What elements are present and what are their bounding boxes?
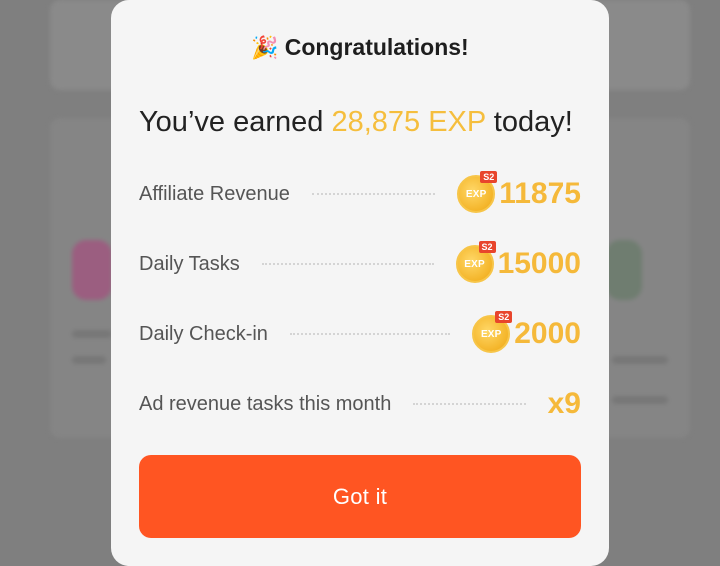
reward-amount: 15000 [497, 247, 581, 280]
background-thumbnail [72, 240, 112, 300]
coin-label: EXP [465, 188, 487, 200]
dotted-leader [261, 263, 434, 265]
earned-suffix: today! [493, 106, 573, 138]
background-text-line [72, 356, 106, 364]
background-text-line [612, 356, 668, 364]
season-badge: S2 [478, 241, 496, 253]
earned-summary: You’ve earned 28,875 EXP today! [139, 106, 573, 139]
reward-label: Ad revenue tasks this month [139, 392, 392, 415]
coin-label: EXP [480, 328, 502, 340]
dotted-leader [311, 193, 436, 195]
reward-label: Daily Tasks [139, 252, 240, 275]
dotted-leader [289, 333, 451, 335]
reward-label: Daily Check-in [139, 322, 268, 345]
party-popper-icon: 🎉 [251, 35, 279, 60]
reward-amount: 2000 [514, 317, 581, 350]
exp-coin-icon: EXP S2 [472, 311, 513, 353]
exp-coin-icon: EXP S2 [455, 241, 496, 283]
exp-coin-icon: EXP S2 [457, 171, 498, 213]
got-it-button[interactable]: Got it [139, 455, 581, 538]
season-badge: S2 [480, 171, 498, 183]
background-text-line [72, 330, 112, 338]
season-badge: S2 [495, 311, 513, 323]
earned-amount: 28,875 EXP [331, 106, 486, 138]
dialog-title-text: Congratulations! [284, 34, 469, 60]
reward-amount: 11875 [499, 177, 581, 210]
congratulations-dialog: 🎉 Congratulations! You’ve earned 28,875 E… [111, 0, 609, 566]
reward-value: EXP S2 15000 [455, 241, 581, 283]
dialog-title: 🎉 Congratulations! [111, 34, 609, 61]
coin-label: EXP [464, 258, 485, 270]
reward-row-daily-tasks: Daily Tasks EXP S2 15000 [139, 241, 581, 286]
background-thumbnail [606, 240, 642, 300]
reward-value: EXP S2 2000 [472, 311, 581, 353]
background-text-line [612, 396, 668, 404]
reward-row-ad-revenue-tasks: Ad revenue tasks this month x9 [139, 382, 581, 426]
reward-row-daily-check-in: Daily Check-in EXP S2 2000 [139, 311, 581, 356]
dotted-leader [413, 403, 526, 405]
reward-row-affiliate-revenue: Affiliate Revenue EXP S2 11875 [139, 171, 581, 216]
earned-prefix: You’ve earned [139, 106, 324, 138]
reward-value: EXP S2 11875 [457, 171, 581, 213]
reward-multiplier: x9 [547, 387, 581, 420]
reward-label: Affiliate Revenue [139, 182, 290, 205]
